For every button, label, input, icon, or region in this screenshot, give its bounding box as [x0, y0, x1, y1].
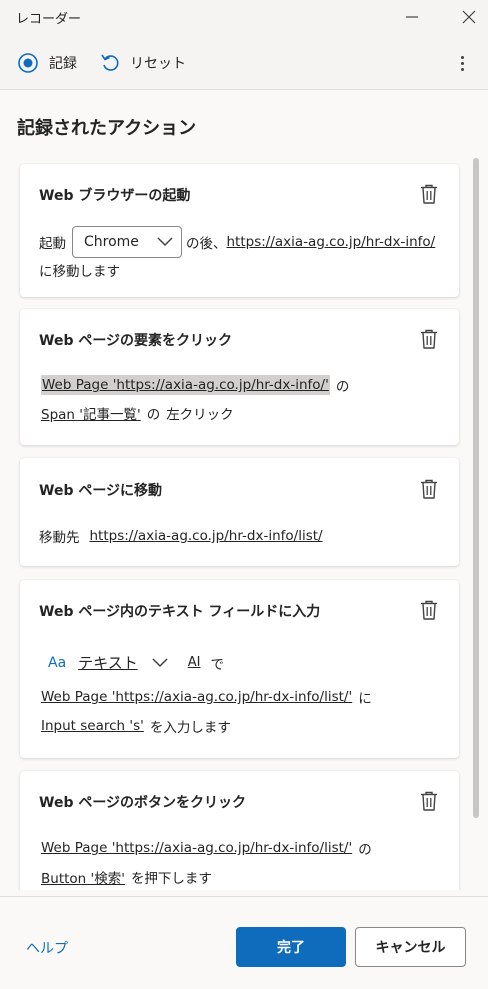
- action-title: Web ページ内のテキスト フィールドに入力: [39, 604, 321, 620]
- page-link[interactable]: Web Page 'https://axia-ag.co.jp/hr-dx-in…: [41, 840, 352, 856]
- footer: ヘルプ 完了 キャンセル: [0, 896, 488, 989]
- recorded-actions-list: Web ブラウザーの起動 起動 Chrome の後、 https://axia-…: [0, 150, 488, 890]
- chevron-down-icon[interactable]: [152, 657, 168, 668]
- record-label: 記録: [49, 56, 77, 72]
- element-link[interactable]: Span '記事一覧': [41, 403, 141, 423]
- element-link[interactable]: Button '検索': [41, 867, 125, 887]
- launch-label: 起動: [39, 236, 66, 252]
- trash-icon[interactable]: [419, 790, 439, 812]
- record-radio-icon: [18, 53, 38, 73]
- particle: の: [146, 407, 161, 423]
- help-link[interactable]: ヘルプ: [26, 938, 68, 958]
- reset-icon: [101, 54, 119, 71]
- minimize-icon: [406, 16, 418, 18]
- url-link[interactable]: https://axia-ag.co.jp/hr-dx-info/: [227, 234, 436, 250]
- action-card-navigate: Web ページに移動 移動先 https://axia-ag.co.jp/hr-…: [20, 458, 459, 566]
- done-button[interactable]: 完了: [236, 927, 346, 967]
- reset-label: リセット: [130, 56, 186, 72]
- press-action: を押下します: [130, 871, 212, 887]
- action-title: Web ブラウザーの起動: [39, 188, 191, 204]
- particle: に: [358, 691, 372, 707]
- reset-button[interactable]: リセット: [100, 51, 186, 75]
- cancel-button[interactable]: キャンセル: [355, 927, 466, 967]
- chevron-down-icon: [157, 237, 173, 247]
- url-link[interactable]: https://axia-ag.co.jp/hr-dx-info/list/: [90, 528, 323, 544]
- page-link[interactable]: Web Page 'https://axia-ag.co.jp/hr-dx-in…: [41, 375, 330, 395]
- particle: の: [358, 842, 372, 858]
- action-title: Web ページのボタンをクリック: [39, 795, 247, 811]
- action-title: Web ページに移動: [39, 483, 163, 499]
- toolbar: 記録 リセット: [0, 34, 488, 90]
- section-title: 記録されたアクション: [17, 118, 197, 139]
- minimize-button[interactable]: [389, 0, 435, 34]
- trash-icon[interactable]: [419, 183, 439, 205]
- page-link[interactable]: Web Page 'https://axia-ag.co.jp/hr-dx-in…: [41, 689, 352, 705]
- text-type-select[interactable]: テキスト: [78, 652, 138, 673]
- particle: で: [210, 656, 224, 673]
- record-button[interactable]: 記録: [17, 51, 77, 75]
- action-card-launch-browser: Web ブラウザーの起動 起動 Chrome の後、 https://axia-…: [20, 164, 459, 297]
- trash-icon[interactable]: [419, 478, 439, 500]
- action-card-click-button: Web ページのボタンをクリック Web Page 'https://axia-…: [20, 771, 459, 890]
- action-card-fill-text: Web ページ内のテキスト フィールドに入力 Aa テキスト AI で Web …: [20, 580, 459, 758]
- browser-select-value: Chrome: [84, 234, 139, 250]
- particle: の: [335, 379, 350, 395]
- trash-icon[interactable]: [419, 599, 439, 621]
- ai-link[interactable]: AI: [188, 655, 201, 670]
- title-bar: レコーダー: [0, 0, 488, 34]
- action-title: Web ページの要素をクリック: [39, 333, 233, 349]
- text-type-icon: Aa: [48, 654, 67, 671]
- element-link[interactable]: Input search 's': [41, 718, 144, 734]
- navigate-text: に移動します: [39, 264, 120, 280]
- more-options-button[interactable]: [450, 50, 474, 76]
- input-action: を入力します: [149, 720, 231, 736]
- close-icon: [462, 10, 476, 24]
- destination-label: 移動先: [39, 530, 80, 546]
- click-action: 左クリック: [166, 407, 234, 423]
- window-title: レコーダー: [16, 11, 82, 27]
- trash-icon[interactable]: [419, 328, 439, 350]
- close-button[interactable]: [446, 0, 488, 34]
- after-text: の後、: [186, 236, 227, 252]
- action-card-click-element: Web ページの要素をクリック Web Page 'https://axia-a…: [20, 309, 459, 445]
- more-icon: [460, 55, 464, 59]
- browser-select[interactable]: Chrome: [72, 226, 182, 258]
